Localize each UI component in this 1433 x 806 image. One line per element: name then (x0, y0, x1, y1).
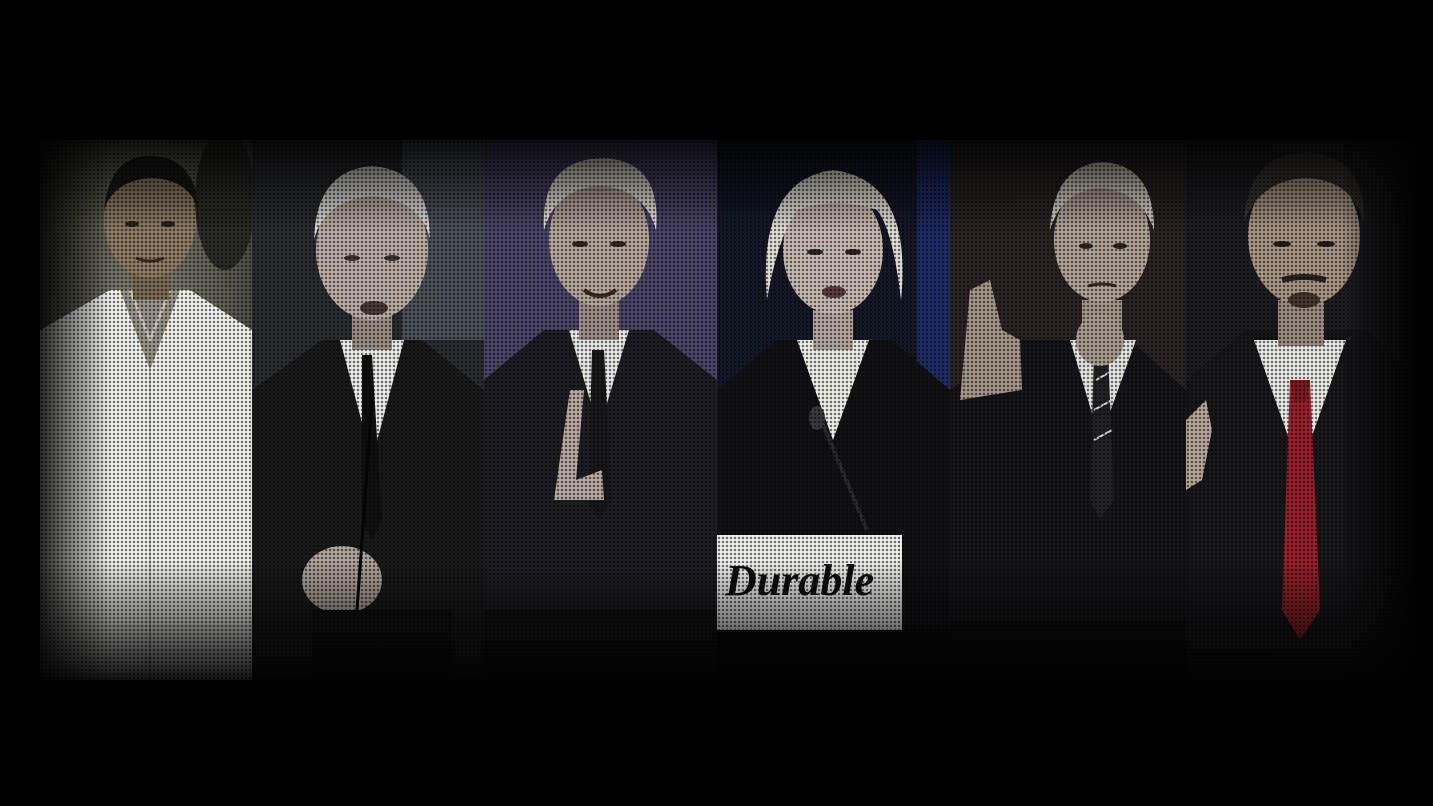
portrait-5-illustration (950, 140, 1186, 680)
portrait-panel-4: Durable (717, 140, 950, 680)
portrait-strip: Durable (0, 0, 1433, 806)
photo-collage: Durable (0, 0, 1433, 806)
portrait-1-illustration (40, 140, 252, 680)
portrait-2-illustration (252, 140, 484, 680)
portrait-4-illustration: Durable (717, 140, 950, 680)
portrait-3-illustration (484, 140, 717, 680)
portrait-panel-1 (40, 140, 252, 680)
portrait-panel-5 (950, 140, 1186, 680)
portrait-6-illustration (1186, 140, 1418, 680)
podium-sign-text: Durable (724, 556, 874, 605)
portrait-panel-2 (252, 140, 484, 680)
portrait-panel-3 (484, 140, 717, 680)
portrait-panel-6 (1186, 140, 1418, 680)
